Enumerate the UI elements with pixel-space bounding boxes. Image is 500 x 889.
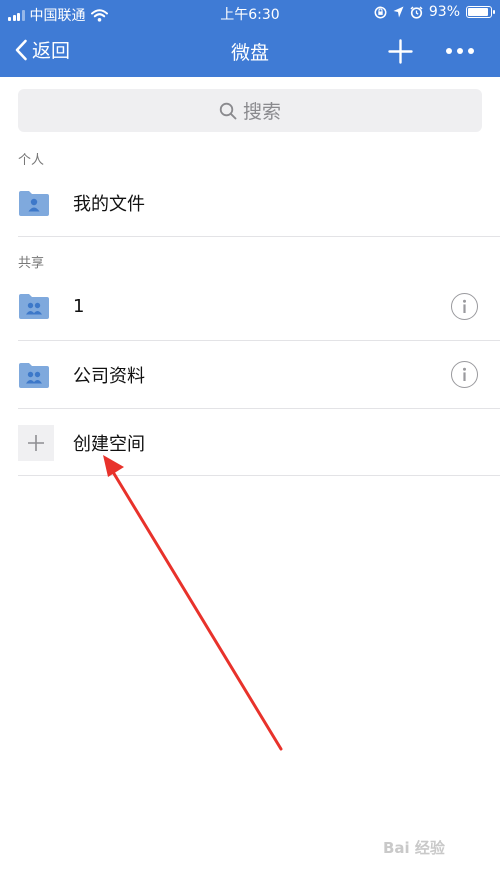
list-item-label: 1 bbox=[73, 295, 85, 317]
dot bbox=[457, 48, 463, 54]
list-item-my-files[interactable]: 我的文件 bbox=[18, 169, 500, 237]
divider bbox=[18, 475, 500, 476]
dot bbox=[446, 48, 452, 54]
section-label-shared: 共享 bbox=[18, 256, 45, 271]
search-placeholder: 搜索 bbox=[242, 101, 281, 123]
more-options-button[interactable] bbox=[446, 48, 476, 56]
status-right: 93% bbox=[374, 4, 495, 20]
divider bbox=[18, 236, 500, 237]
info-button[interactable] bbox=[451, 293, 478, 320]
create-space-label: 创建空间 bbox=[73, 434, 145, 455]
status-bar: 中国联通 上午6:30 93% bbox=[0, 0, 500, 26]
nav-bar: 返回 微盘 bbox=[0, 26, 500, 77]
location-icon bbox=[393, 6, 404, 18]
plus-icon bbox=[18, 425, 54, 461]
list-item-label: 公司资料 bbox=[73, 366, 145, 387]
section-label-personal: 个人 bbox=[18, 153, 45, 168]
rotation-lock-icon bbox=[374, 6, 387, 18]
watermark: Bai 经验 bbox=[383, 839, 445, 857]
list-item-shared-1[interactable]: 1 bbox=[18, 272, 500, 340]
folder-group-icon bbox=[19, 363, 49, 388]
alarm-icon bbox=[410, 5, 423, 19]
create-space-button[interactable]: 创建空间 bbox=[18, 409, 500, 477]
battery-percent: 93% bbox=[428, 4, 460, 20]
info-button[interactable] bbox=[451, 361, 478, 388]
info-icon bbox=[463, 299, 466, 313]
folder-person-icon bbox=[19, 191, 49, 216]
list-item-label: 我的文件 bbox=[73, 194, 145, 215]
search-input[interactable]: 搜索 bbox=[18, 89, 482, 132]
list-item-shared-2[interactable]: 公司资料 bbox=[18, 341, 500, 409]
dot bbox=[468, 48, 474, 54]
add-button[interactable] bbox=[388, 39, 413, 64]
search-icon bbox=[219, 102, 237, 119]
battery-fill bbox=[468, 8, 489, 16]
app-header: 中国联通 上午6:30 93% 返回 微盘 bbox=[0, 0, 500, 77]
folder-group-icon bbox=[19, 294, 49, 319]
page-title: 微盘 bbox=[230, 42, 269, 64]
battery-icon bbox=[466, 6, 495, 18]
info-icon bbox=[463, 367, 466, 381]
